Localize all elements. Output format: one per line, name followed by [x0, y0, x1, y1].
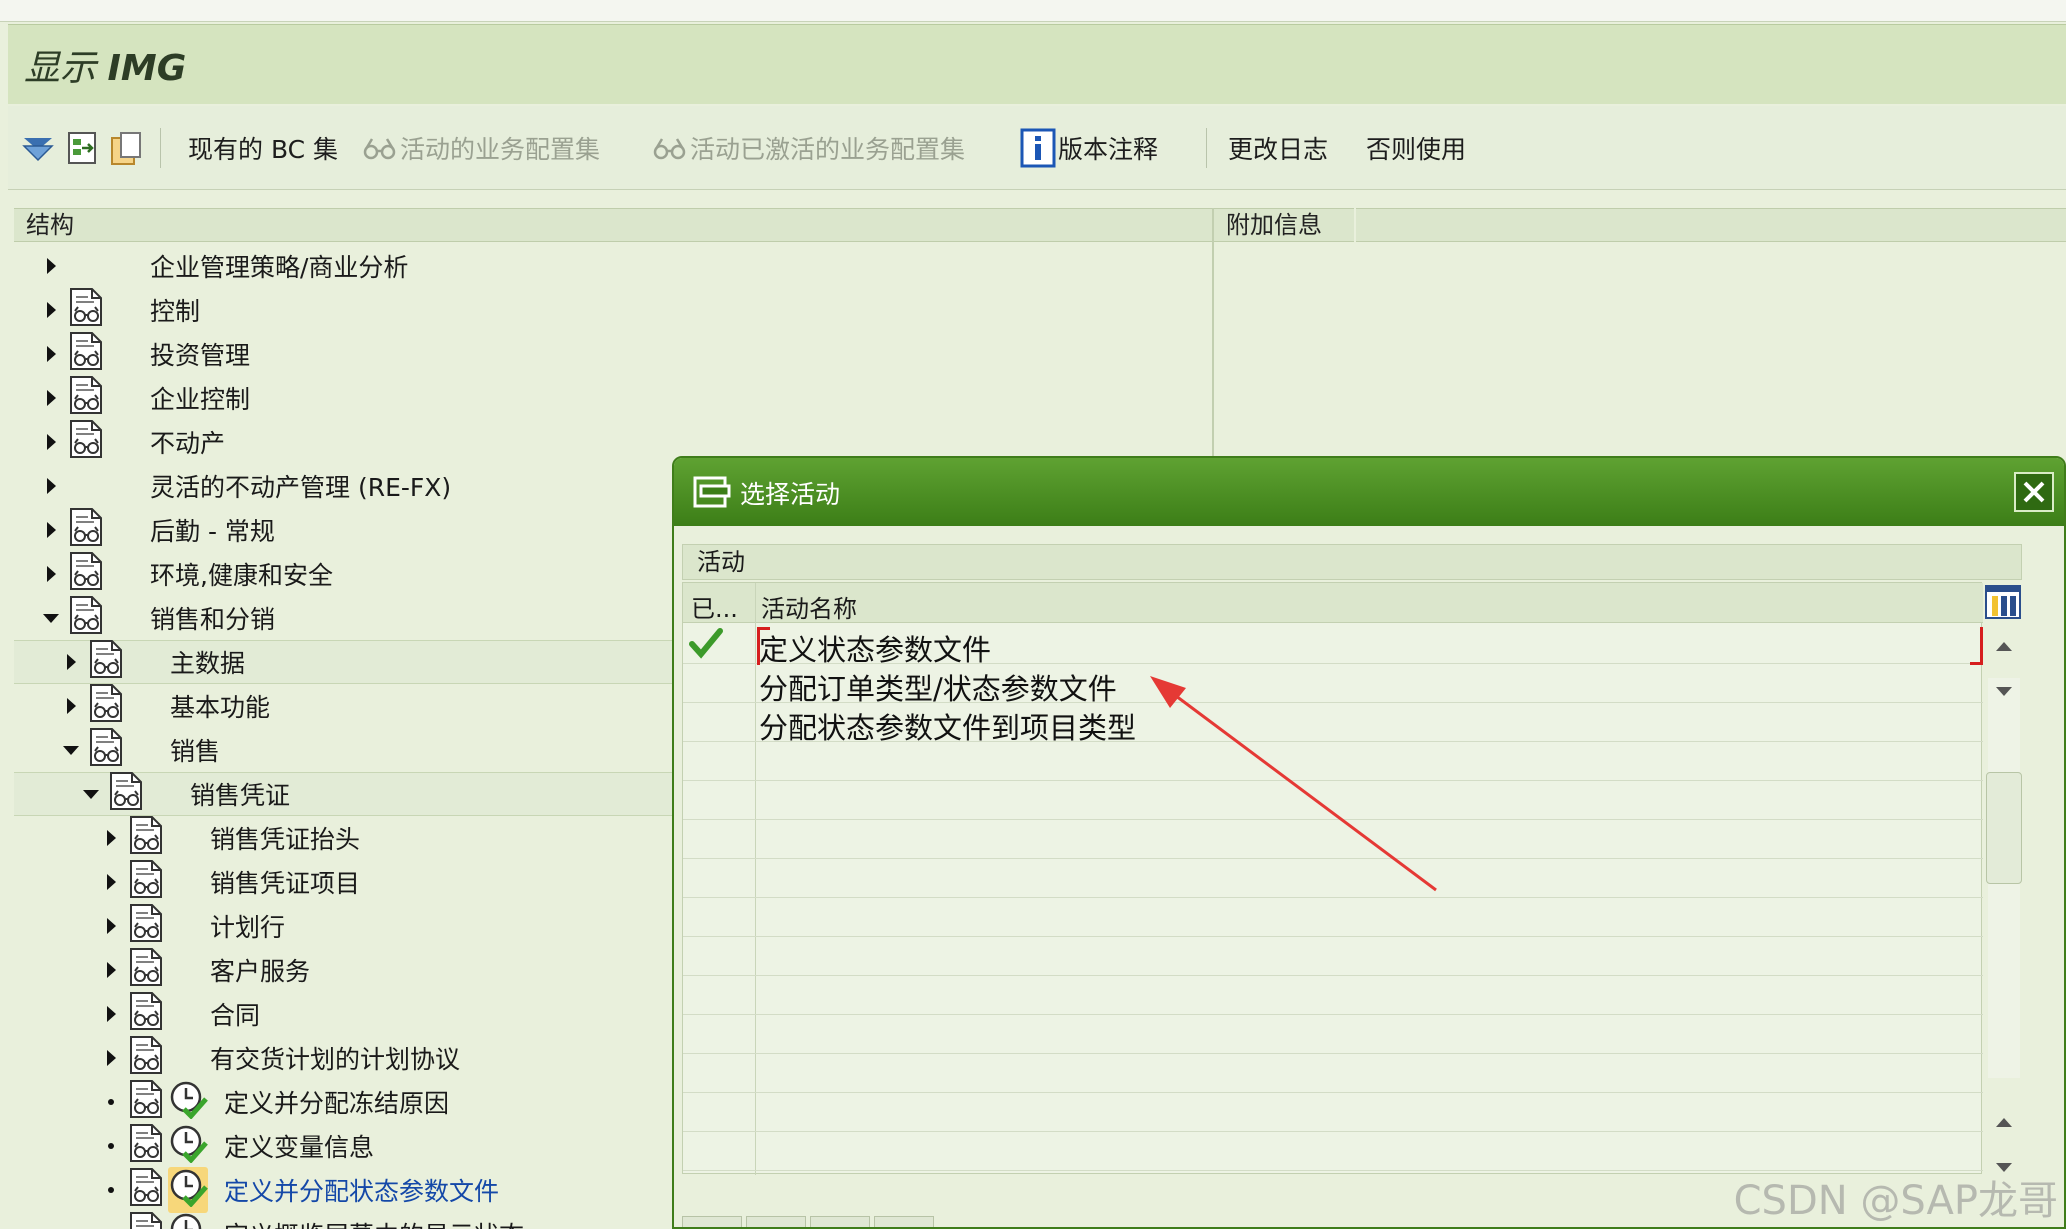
sap-img-screen: 显示 IMG 现有的 BC 集 活动的业务配置集 活动已激活的业务配置集 版本注… [0, 0, 2066, 1229]
annotation-arrow-head [1150, 676, 1186, 708]
annotation-arrow [1150, 676, 1437, 892]
watermark: CSDN @SAP龙哥 [1733, 1178, 2058, 1224]
annotation-arrow-line [1167, 688, 1437, 892]
